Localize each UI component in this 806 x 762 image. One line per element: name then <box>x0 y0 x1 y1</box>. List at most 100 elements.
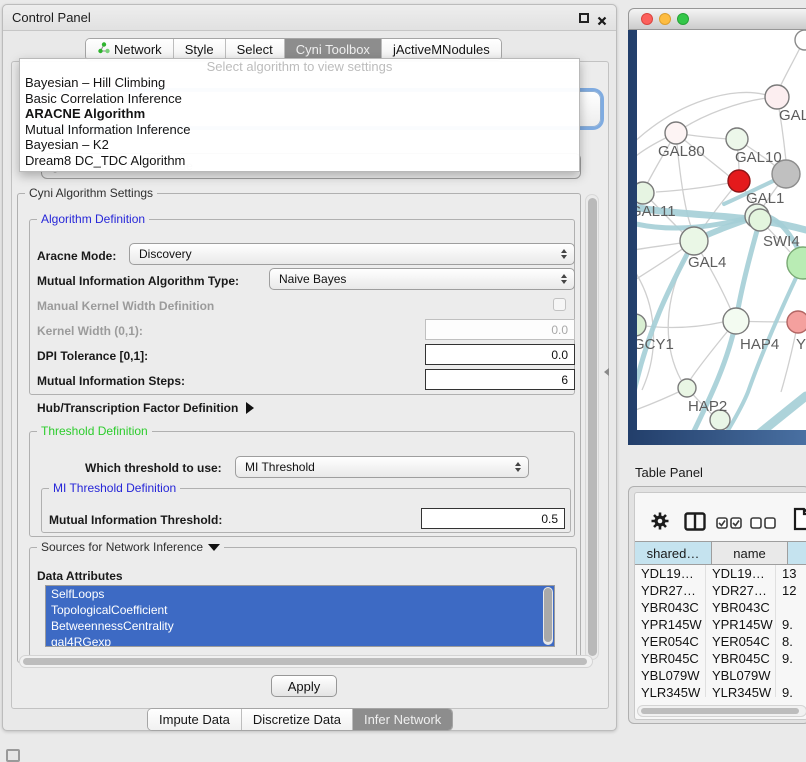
network-node[interactable] <box>749 209 771 231</box>
settings-horizontal-scrollbar[interactable] <box>19 655 593 668</box>
dpi-tolerance-value: 0.0 <box>551 348 568 362</box>
network-node[interactable] <box>678 379 696 397</box>
attribute-item-selfloops[interactable]: SelfLoops <box>46 586 554 602</box>
algorithm-definition-legend: Algorithm Definition <box>37 212 149 226</box>
algorithm-option-mutual-information-inference[interactable]: Mutual Information Inference <box>20 122 579 138</box>
table-cell: YPR145W <box>706 616 776 633</box>
node-label: Y <box>796 336 806 353</box>
network-node[interactable] <box>795 30 806 50</box>
network-node[interactable] <box>665 122 687 144</box>
kernel-width-label: Kernel Width (0,1): <box>37 324 143 338</box>
network-graph[interactable]: GALGAL80GAL10GAL11GAL1GAL4SWI4GCY1HAP4YH… <box>637 30 806 430</box>
manual-kernel-width-checkbox[interactable] <box>553 298 566 311</box>
network-node[interactable] <box>787 311 806 333</box>
mi-algorithm-type-combobox[interactable]: Naive Bayes <box>269 268 575 290</box>
kernel-width-field: 0.0 <box>425 319 575 340</box>
mi-steps-value: 6 <box>561 373 568 387</box>
table-row[interactable]: YBR045CYBR045C9. <box>635 650 806 667</box>
attribute-item-gal4rgexp[interactable]: gal4RGexp <box>46 634 554 647</box>
attribute-item-topologicalcoefficient[interactable]: TopologicalCoefficient <box>46 602 554 618</box>
control-panel-window: Control Panel NetworkStyleSelectCyni Too… <box>2 4 617 731</box>
network-node[interactable] <box>728 170 750 192</box>
data-attributes-list[interactable]: SelfLoopsTopologicalCoefficientBetweenne… <box>45 585 555 647</box>
table-horizontal-scrollbar[interactable] <box>637 705 806 717</box>
mi-steps-field[interactable]: 6 <box>425 369 575 390</box>
aracne-mode-combobox[interactable]: Discovery <box>129 243 575 265</box>
network-node[interactable] <box>726 128 748 150</box>
hub-definition-label: Hub/Transcription Factor Definition <box>37 401 238 415</box>
network-edge <box>656 181 739 192</box>
tab-impute-data[interactable]: Impute Data <box>148 709 241 730</box>
mi-algorithm-type-value: Naive Bayes <box>279 272 346 286</box>
table-cell: 9. <box>776 616 806 633</box>
data-attributes-label: Data Attributes <box>37 569 123 583</box>
table-cell: YBL079W <box>706 667 776 684</box>
node-label: GCY1 <box>637 336 674 353</box>
apply-button-label: Apply <box>288 679 321 694</box>
apply-button[interactable]: Apply <box>271 675 337 697</box>
mi-threshold-field[interactable]: 0.5 <box>421 508 565 529</box>
split-view-icon[interactable] <box>684 512 706 536</box>
minimized-panel-icon[interactable] <box>6 749 20 762</box>
network-node[interactable] <box>765 85 789 109</box>
network-node[interactable] <box>680 227 708 255</box>
tab-select[interactable]: Select <box>225 39 284 60</box>
table-row[interactable]: YPR145WYPR145W9. <box>635 616 806 633</box>
settings-vertical-scrollbar[interactable] <box>585 194 599 660</box>
mac-minimize-button[interactable] <box>659 13 671 25</box>
table-row[interactable]: YDR27…YDR27…12 <box>635 582 806 599</box>
attribute-item-betweennesscentrality[interactable]: BetweennessCentrality <box>46 618 554 634</box>
settings-vertical-scrollbar-thumb[interactable] <box>588 198 597 656</box>
mi-threshold-value: 0.5 <box>541 512 558 526</box>
algorithm-option-aracne-algorithm[interactable]: ARACNE Algorithm <box>20 106 579 122</box>
network-node[interactable] <box>723 308 749 334</box>
column-header-a[interactable]: A <box>788 541 806 565</box>
tab-discretize-data[interactable]: Discretize Data <box>241 709 352 730</box>
table-panel-inner: shared…nameA YDL19…YDL19…13YDR27…YDR27…1… <box>634 492 806 720</box>
table-row[interactable]: YER054CYER054C8. <box>635 633 806 650</box>
float-window-icon[interactable] <box>579 13 589 23</box>
mac-zoom-button[interactable] <box>677 13 689 25</box>
algorithm-option-dream8-dc-tdc-algorithm[interactable]: Dream8 DC_TDC Algorithm <box>20 153 579 169</box>
which-threshold-combobox[interactable]: MI Threshold <box>235 456 529 478</box>
tab-infer-network[interactable]: Infer Network <box>352 709 452 730</box>
network-node[interactable] <box>637 182 654 204</box>
node-label: GAL80 <box>658 143 705 160</box>
tab-label: Style <box>185 42 214 57</box>
table-horizontal-scrollbar-thumb[interactable] <box>641 708 799 714</box>
tab-style[interactable]: Style <box>173 39 225 60</box>
column-header-shared[interactable]: shared… <box>635 541 712 565</box>
hub-definition-expander[interactable]: Hub/Transcription Factor Definition <box>37 401 254 415</box>
select-all-icon[interactable] <box>716 516 742 534</box>
document-icon[interactable] <box>793 507 806 536</box>
attributes-list-scrollbar-thumb[interactable] <box>544 588 552 642</box>
table-cell: 8. <box>776 633 806 650</box>
node-label: GAL10 <box>735 149 782 166</box>
tab-jactivemnodules[interactable]: jActiveMNodules <box>381 39 501 60</box>
dpi-tolerance-field[interactable]: 0.0 <box>425 344 575 365</box>
algorithm-option-bayesian-hill-climbing[interactable]: Bayesian – Hill Climbing <box>20 75 579 91</box>
panel-divider-collapse-arrow[interactable] <box>604 368 609 376</box>
tab-cyni-toolbox[interactable]: Cyni Toolbox <box>284 39 381 60</box>
table-row[interactable]: YBR043CYBR043C <box>635 599 806 616</box>
table-row[interactable]: YDL19…YDL19…13 <box>635 565 806 582</box>
algorithm-option-bayesian-k2[interactable]: Bayesian – K2 <box>20 137 579 153</box>
network-window-titlebar[interactable] <box>628 8 806 30</box>
close-icon[interactable] <box>597 13 607 23</box>
mac-close-button[interactable] <box>641 13 653 25</box>
tab-network[interactable]: Network <box>86 39 173 60</box>
column-header-name[interactable]: name <box>712 541 788 565</box>
network-canvas[interactable]: GALGAL80GAL10GAL11GAL1GAL4SWI4GCY1HAP4YH… <box>637 30 806 430</box>
network-edge-highlighted <box>748 396 806 430</box>
deselect-all-icon[interactable] <box>750 516 776 534</box>
tab-label: Cyni Toolbox <box>296 42 370 57</box>
table-row[interactable]: YBL079WYBL079W <box>635 667 806 684</box>
table-cell: YDL19… <box>635 565 706 582</box>
attributes-list-scrollbar[interactable] <box>543 587 553 645</box>
network-node[interactable] <box>637 314 646 336</box>
table-row[interactable]: YLR345WYLR345W9. <box>635 684 806 697</box>
gear-icon[interactable] <box>650 511 670 536</box>
algorithm-option-basic-correlation-inference[interactable]: Basic Correlation Inference <box>20 91 579 107</box>
sources-legend[interactable]: Sources for Network Inference <box>37 540 224 554</box>
settings-horizontal-scrollbar-thumb[interactable] <box>23 658 587 665</box>
